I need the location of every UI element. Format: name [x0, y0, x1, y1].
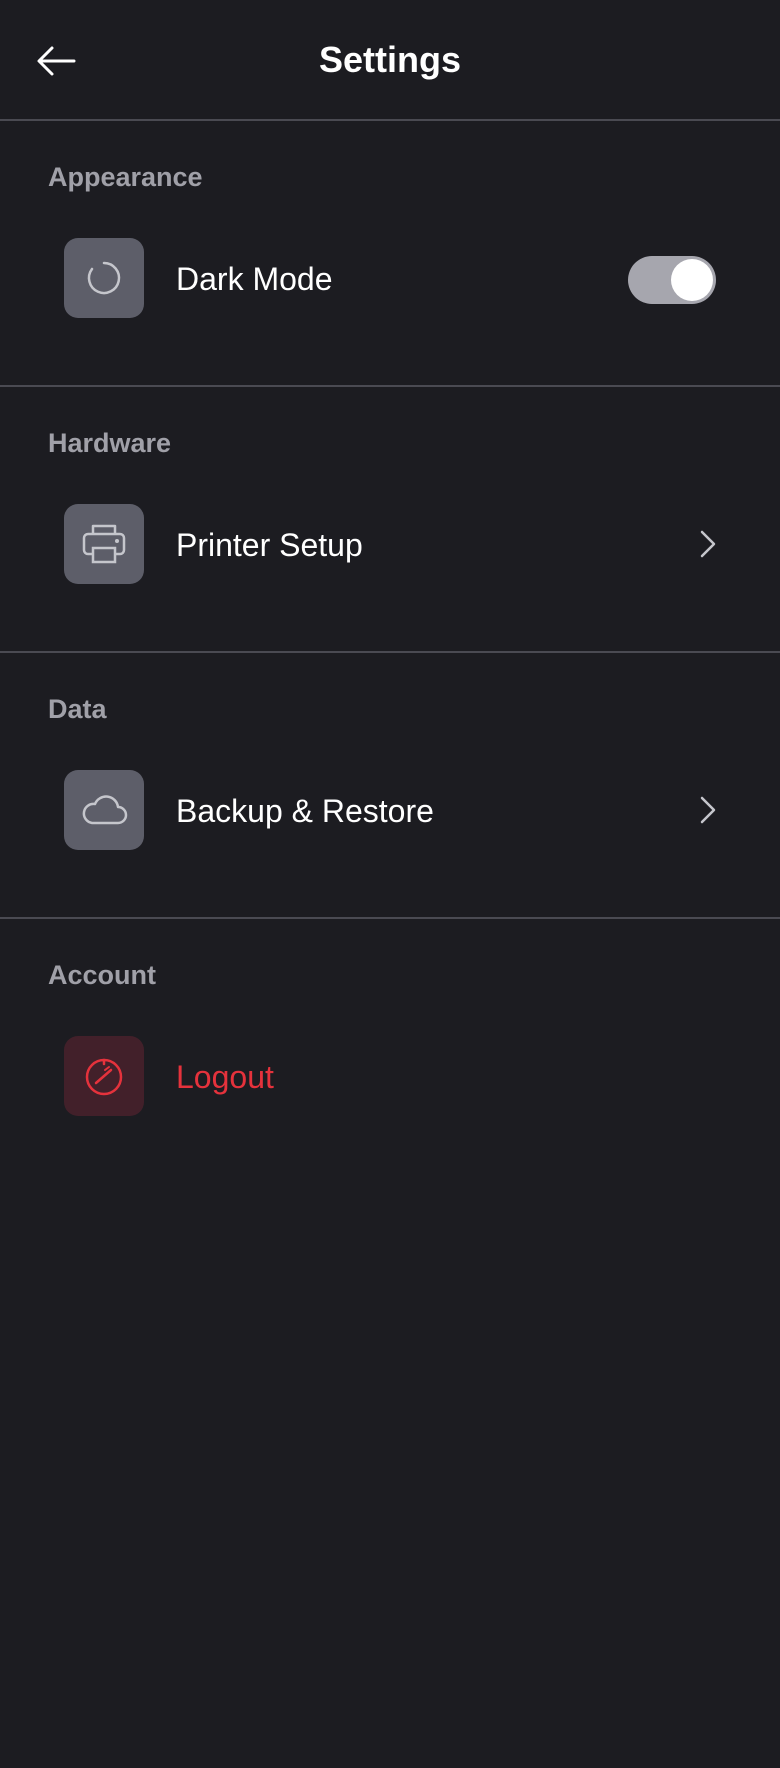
dark-mode-label: Dark Mode — [176, 261, 333, 297]
backup-restore-row[interactable]: Backup & Restore — [48, 761, 732, 859]
page-title: Settings — [318, 39, 461, 80]
section-label: Account — [48, 960, 156, 990]
printer-setup-label: Printer Setup — [176, 527, 363, 563]
section-label: Data — [48, 694, 107, 724]
chevron-right-icon — [684, 520, 732, 568]
printer-setup-row[interactable]: Printer Setup — [48, 495, 732, 593]
toggle-knob — [671, 259, 713, 301]
icon-tile — [64, 770, 144, 850]
printer-icon — [82, 524, 126, 564]
section-hardware: Hardware Printer Setup — [0, 387, 780, 653]
icon-tile — [64, 238, 144, 318]
backup-restore-label: Backup & Restore — [176, 793, 434, 829]
dark-mode-toggle[interactable] — [628, 256, 716, 304]
icon-tile — [64, 1036, 144, 1116]
section-label: Appearance — [48, 162, 203, 192]
icon-tile — [64, 504, 144, 584]
logout-row[interactable]: Logout — [48, 1027, 732, 1125]
section-data: Data Backup & Restore — [0, 653, 780, 919]
theme-spinner-icon — [87, 261, 121, 295]
section-label: Hardware — [48, 428, 172, 458]
chevron-right-icon — [684, 786, 732, 834]
section-appearance: Appearance Dark Mode — [0, 121, 780, 387]
logout-label: Logout — [176, 1059, 274, 1095]
section-account: Account Logout — [0, 919, 780, 1183]
header-bar: Settings — [0, 0, 780, 121]
cloud-icon — [82, 795, 128, 825]
dark-mode-row[interactable]: Dark Mode — [48, 229, 732, 327]
gauge-icon — [85, 1058, 123, 1096]
